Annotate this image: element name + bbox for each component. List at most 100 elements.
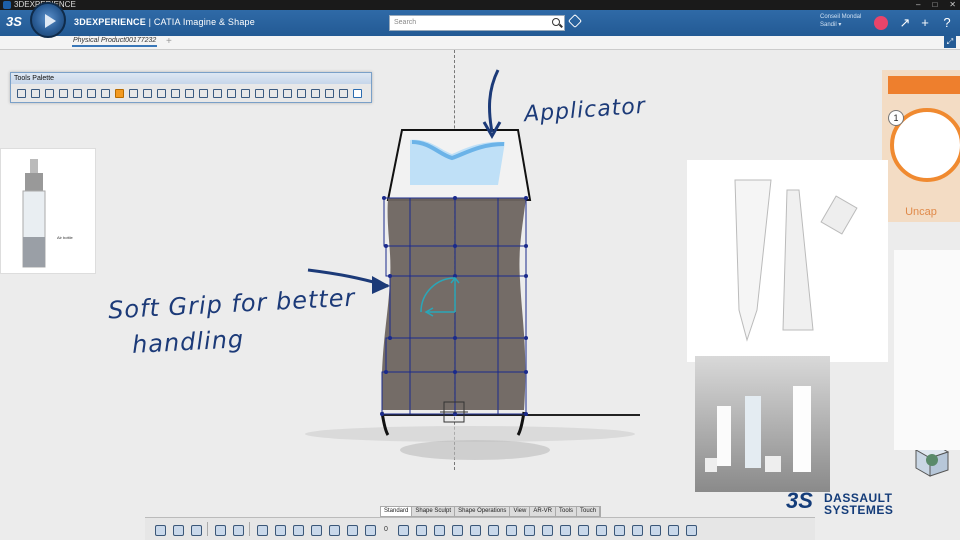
point-tool-icon[interactable] — [253, 87, 264, 98]
grid-icon[interactable] — [396, 523, 409, 536]
separator — [249, 522, 250, 536]
line-tool-icon[interactable] — [239, 87, 250, 98]
material-icon[interactable] — [594, 523, 607, 536]
reference-bottles-photo — [695, 356, 830, 492]
mirror-tool-icon[interactable] — [155, 87, 166, 98]
primitive-icon[interactable] — [291, 523, 304, 536]
minimize-button[interactable]: – — [916, 0, 920, 10]
rotate-tool-icon[interactable] — [57, 87, 68, 98]
user-name: Conseil Mondal — [820, 14, 862, 20]
uncap-band — [888, 76, 960, 94]
tab-touch[interactable]: Touch — [577, 507, 601, 516]
app-icon — [3, 1, 11, 9]
erase-tool-icon[interactable] — [211, 87, 222, 98]
sculpt-icon[interactable] — [345, 523, 358, 536]
user-context: Sandil ▾ — [820, 22, 842, 28]
select-trap-icon[interactable] — [29, 87, 40, 98]
tubes-illustration — [734, 179, 858, 342]
export-icon[interactable] — [666, 523, 679, 536]
bend-tool-icon[interactable] — [141, 87, 152, 98]
magnet-icon[interactable] — [414, 523, 427, 536]
robot-tool-icon[interactable] — [295, 87, 306, 98]
chain-tool-icon[interactable] — [267, 87, 278, 98]
app-name: | CATIA Imagine & Shape — [145, 17, 255, 27]
reference-pump-bottle-image: Air bottle — [0, 148, 96, 274]
copy-tool-icon[interactable] — [323, 87, 334, 98]
tab-tools[interactable]: Tools — [556, 507, 578, 516]
window-title-bar: 3DEXPERIENCE – □ ✕ — [0, 0, 960, 10]
user-info[interactable]: Conseil Mondal Sandil ▾ — [820, 13, 861, 29]
palette-toolbar — [11, 84, 371, 101]
table-icon[interactable] — [684, 523, 697, 536]
measure-icon[interactable] — [540, 523, 553, 536]
search-placeholder: Search — [394, 19, 417, 26]
reference-uncap-card: 1 Uncap — [882, 70, 960, 222]
annotation-handling: handling — [131, 325, 245, 359]
shell-icon[interactable] — [504, 523, 517, 536]
value-field[interactable]: 0 — [381, 526, 391, 533]
undo-icon[interactable] — [213, 523, 226, 536]
tab-view[interactable]: View — [510, 507, 531, 516]
tag-icon[interactable] — [567, 13, 583, 29]
reference-tall-tube-image — [894, 250, 960, 450]
copy-icon[interactable] — [171, 523, 184, 536]
tab-ar-vr[interactable]: AR-VR — [530, 507, 557, 516]
stamp-icon[interactable] — [648, 523, 661, 536]
symmetry-icon[interactable] — [432, 523, 445, 536]
settings-icon[interactable] — [231, 523, 244, 536]
add-icon[interactable]: + — [918, 16, 932, 30]
sketch-plane-icon[interactable] — [273, 523, 286, 536]
move-tool-icon[interactable] — [43, 87, 54, 98]
tab-standard[interactable]: Standard — [381, 507, 413, 516]
help-icon[interactable]: ? — [940, 16, 954, 30]
smooth-tool-icon[interactable] — [183, 87, 194, 98]
align-tool-icon[interactable] — [225, 87, 236, 98]
avatar[interactable] — [874, 16, 888, 30]
fill-icon[interactable] — [486, 523, 499, 536]
history-tool-icon[interactable] — [337, 87, 348, 98]
camera-icon[interactable] — [612, 523, 625, 536]
maximize-button[interactable]: □ — [932, 0, 937, 10]
section-tabs: Standard Shape Sculpt Shape Operations V… — [380, 506, 602, 517]
subdivide-icon[interactable] — [468, 523, 481, 536]
image-icon[interactable] — [630, 523, 643, 536]
tab-physical-product[interactable]: Physical Product00177232 — [72, 37, 158, 47]
curve-icon[interactable] — [327, 523, 340, 536]
flatten-tool-icon[interactable] — [197, 87, 208, 98]
paste-icon[interactable] — [189, 523, 202, 536]
refresh-tool-icon[interactable] — [309, 87, 320, 98]
tab-shape-operations[interactable]: Shape Operations — [455, 507, 511, 516]
top-bar: 3S 3DEXPERIENCE | CATIA Imagine & Shape … — [0, 10, 960, 36]
search-input[interactable]: Search — [389, 15, 565, 31]
expand-icon[interactable]: ⤢ — [944, 36, 956, 48]
share-icon[interactable]: ↗ — [898, 16, 912, 30]
close-button[interactable]: ✕ — [949, 0, 956, 10]
ds-mark-icon: 3S — [786, 488, 813, 513]
reference-tubes-image — [687, 160, 888, 362]
validate-tool-icon[interactable] — [351, 87, 362, 98]
snap-tool-icon[interactable] — [281, 87, 292, 98]
compass-widget[interactable] — [30, 2, 66, 38]
select-tool-icon[interactable] — [15, 87, 26, 98]
add-tab-button[interactable]: + — [166, 36, 172, 47]
light-icon[interactable] — [576, 523, 589, 536]
tools-palette[interactable]: Tools Palette — [10, 72, 372, 103]
select-icon[interactable] — [255, 523, 268, 536]
cut-icon[interactable] — [153, 523, 166, 536]
scale-tool-icon[interactable] — [71, 87, 82, 98]
tab-shape-sculpt[interactable]: Shape Sculpt — [412, 507, 456, 516]
twist-tool-icon[interactable] — [127, 87, 138, 98]
search-icon[interactable] — [552, 18, 560, 26]
app-brand: 3DEXPERIENCE | CATIA Imagine & Shape — [74, 17, 255, 27]
action-bar: 0 — [145, 517, 815, 540]
render-icon[interactable] — [558, 523, 571, 536]
crease-tool-icon[interactable] — [169, 87, 180, 98]
surface-icon[interactable] — [309, 523, 322, 536]
brush-icon[interactable] — [363, 523, 376, 536]
push-tool-icon[interactable] — [99, 87, 110, 98]
separator — [207, 522, 208, 536]
active-tool-icon[interactable] — [113, 87, 124, 98]
blend-icon[interactable] — [522, 523, 535, 536]
mesh-icon[interactable] — [450, 523, 463, 536]
pull-tool-icon[interactable] — [85, 87, 96, 98]
